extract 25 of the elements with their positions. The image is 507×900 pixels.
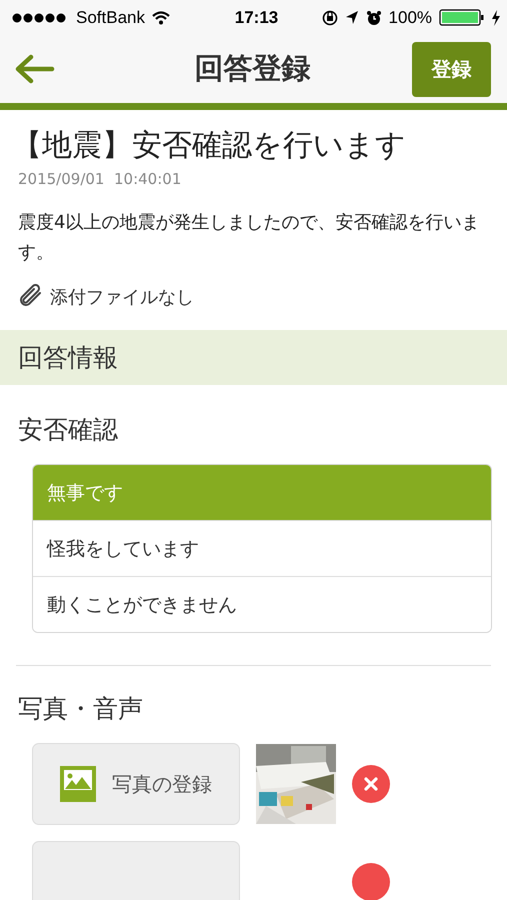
alarm-icon bbox=[366, 10, 382, 26]
register-button[interactable]: 登録 bbox=[412, 42, 491, 96]
wifi-icon bbox=[151, 10, 171, 25]
message-date: 2015/09/01 10:40:01 bbox=[18, 170, 182, 188]
close-icon bbox=[363, 776, 379, 792]
location-icon bbox=[344, 10, 359, 25]
option-item[interactable]: 動くことができません bbox=[33, 576, 491, 632]
remove-button[interactable] bbox=[352, 765, 390, 803]
screen-title: 回答登録 bbox=[194, 50, 312, 87]
section-header: 回答情報 bbox=[0, 330, 507, 385]
attachment-status: 添付ファイルなし bbox=[50, 286, 194, 309]
back-arrow-icon[interactable] bbox=[14, 52, 56, 86]
rotation-lock-icon bbox=[322, 10, 338, 26]
battery-icon bbox=[439, 9, 484, 26]
field-label: 写真・音声 bbox=[18, 693, 144, 725]
message-body: 震度4以上の地震が発生しましたので、安否確認を行います。 bbox=[18, 211, 480, 265]
image-icon bbox=[60, 766, 96, 802]
remove-button[interactable] bbox=[352, 863, 390, 900]
battery-percent: 100% bbox=[388, 8, 432, 28]
message-title: 【地震】安否確認を行います bbox=[12, 128, 407, 164]
photo-register-button[interactable]: 写真の登録 bbox=[32, 743, 240, 825]
carrier-name: SoftBank bbox=[76, 8, 145, 28]
field-label: 安否確認 bbox=[18, 414, 119, 446]
charging-icon bbox=[491, 10, 502, 26]
clock-time: 17:13 bbox=[234, 8, 278, 26]
